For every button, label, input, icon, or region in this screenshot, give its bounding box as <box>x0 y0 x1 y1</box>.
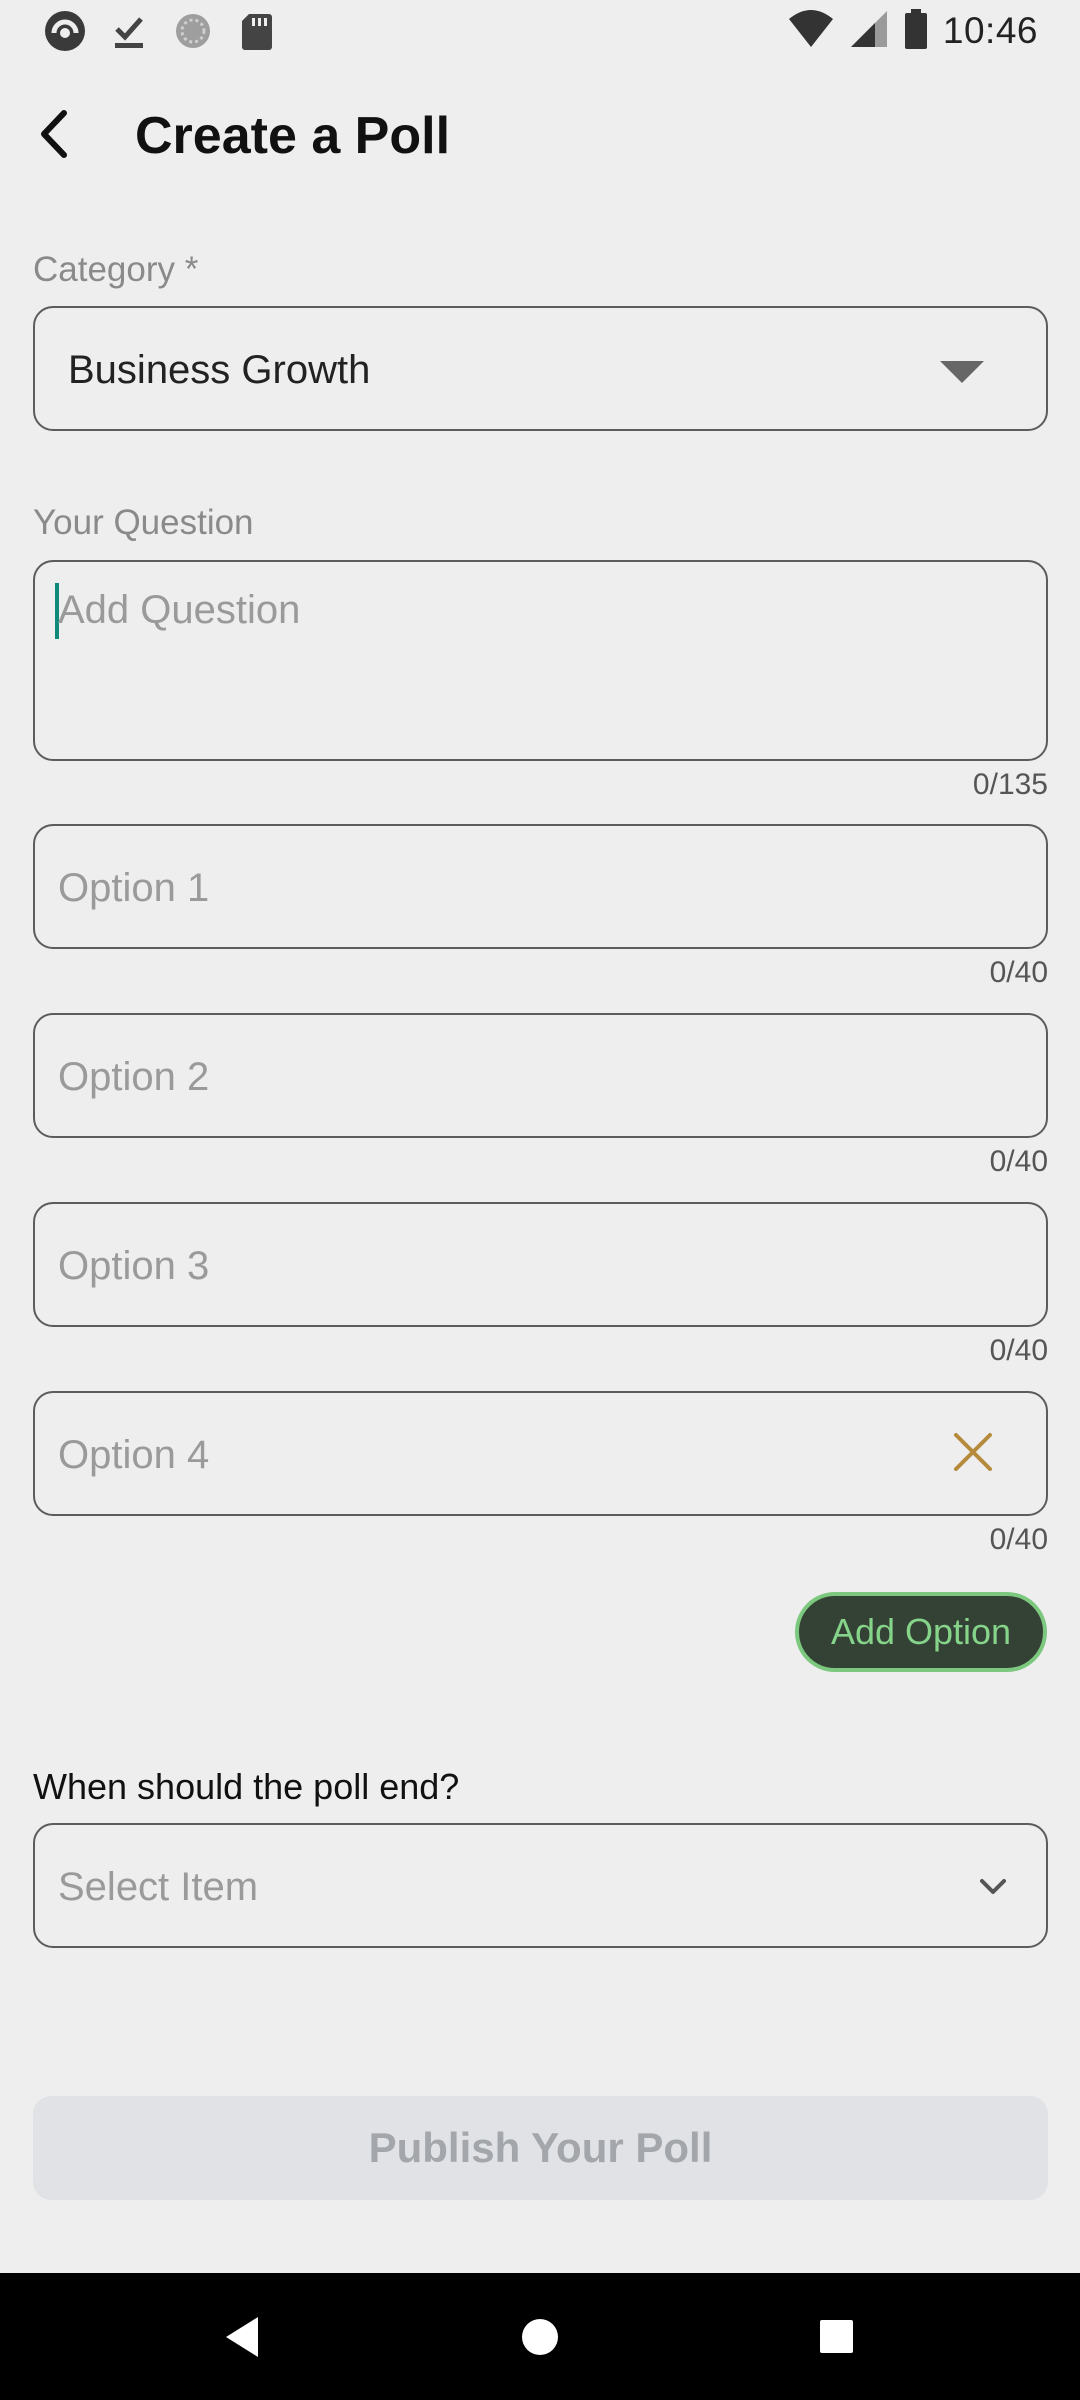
option-3-input[interactable]: Option 3 <box>33 1202 1048 1327</box>
status-bar: 10:46 <box>0 0 1080 64</box>
wifi-icon <box>787 9 835 54</box>
status-time: 10:46 <box>942 10 1038 51</box>
option-4-counter: 0/40 <box>989 1523 1048 1556</box>
publish-button[interactable]: Publish Your Poll <box>33 2096 1048 2200</box>
option-1-input[interactable]: Option 1 <box>33 824 1048 949</box>
option-3-placeholder: Option 3 <box>58 1244 210 1288</box>
battery-icon <box>903 8 929 55</box>
poll-end-select[interactable]: Select Item <box>33 1823 1048 1948</box>
option-2-placeholder: Option 2 <box>58 1055 210 1099</box>
option-1-placeholder: Option 1 <box>58 866 210 910</box>
page-title: Create a Poll <box>135 107 451 165</box>
option-3-counter: 0/40 <box>989 1334 1048 1367</box>
option-2-counter: 0/40 <box>989 1145 1048 1178</box>
nav-recents-icon[interactable] <box>820 2320 853 2353</box>
add-option-button[interactable]: Add Option <box>795 1592 1047 1672</box>
navigation-bar <box>0 2273 1080 2400</box>
category-label: Category * <box>33 250 199 289</box>
poll-end-placeholder: Select Item <box>58 1865 259 1909</box>
cell-signal-icon <box>849 9 889 54</box>
sync-circle-icon <box>170 8 216 54</box>
option-1-counter: 0/40 <box>989 956 1048 989</box>
close-icon[interactable] <box>946 1425 1000 1479</box>
download-done-icon <box>106 8 152 54</box>
option-4-input[interactable]: Option 4 <box>33 1391 1048 1516</box>
chevron-down-icon <box>976 1869 1010 1903</box>
sd-card-icon <box>234 8 280 54</box>
category-selected-value: Business Growth <box>68 348 371 392</box>
status-right: 10:46 <box>787 8 1038 54</box>
back-button[interactable] <box>18 100 90 172</box>
dropdown-arrow-icon <box>940 361 984 383</box>
category-dropdown[interactable]: Business Growth <box>33 306 1048 431</box>
question-counter: 0/135 <box>972 768 1048 801</box>
app-bar: Create a Poll <box>0 80 1080 190</box>
screen: 10:46 Create a Poll Category * Business … <box>0 0 1080 2400</box>
poll-end-label: When should the poll end? <box>33 1766 460 1807</box>
status-left-icons <box>42 8 280 54</box>
question-input[interactable]: Add Question <box>33 560 1048 761</box>
chevron-left-icon <box>34 109 74 164</box>
app-logo-icon <box>42 8 88 54</box>
option-4-placeholder: Option 4 <box>58 1433 210 1477</box>
nav-back-icon[interactable] <box>222 2315 262 2359</box>
option-2-input[interactable]: Option 2 <box>33 1013 1048 1138</box>
question-placeholder: Add Question <box>58 588 301 632</box>
nav-home-icon[interactable] <box>522 2319 558 2355</box>
question-label: Your Question <box>33 503 254 542</box>
